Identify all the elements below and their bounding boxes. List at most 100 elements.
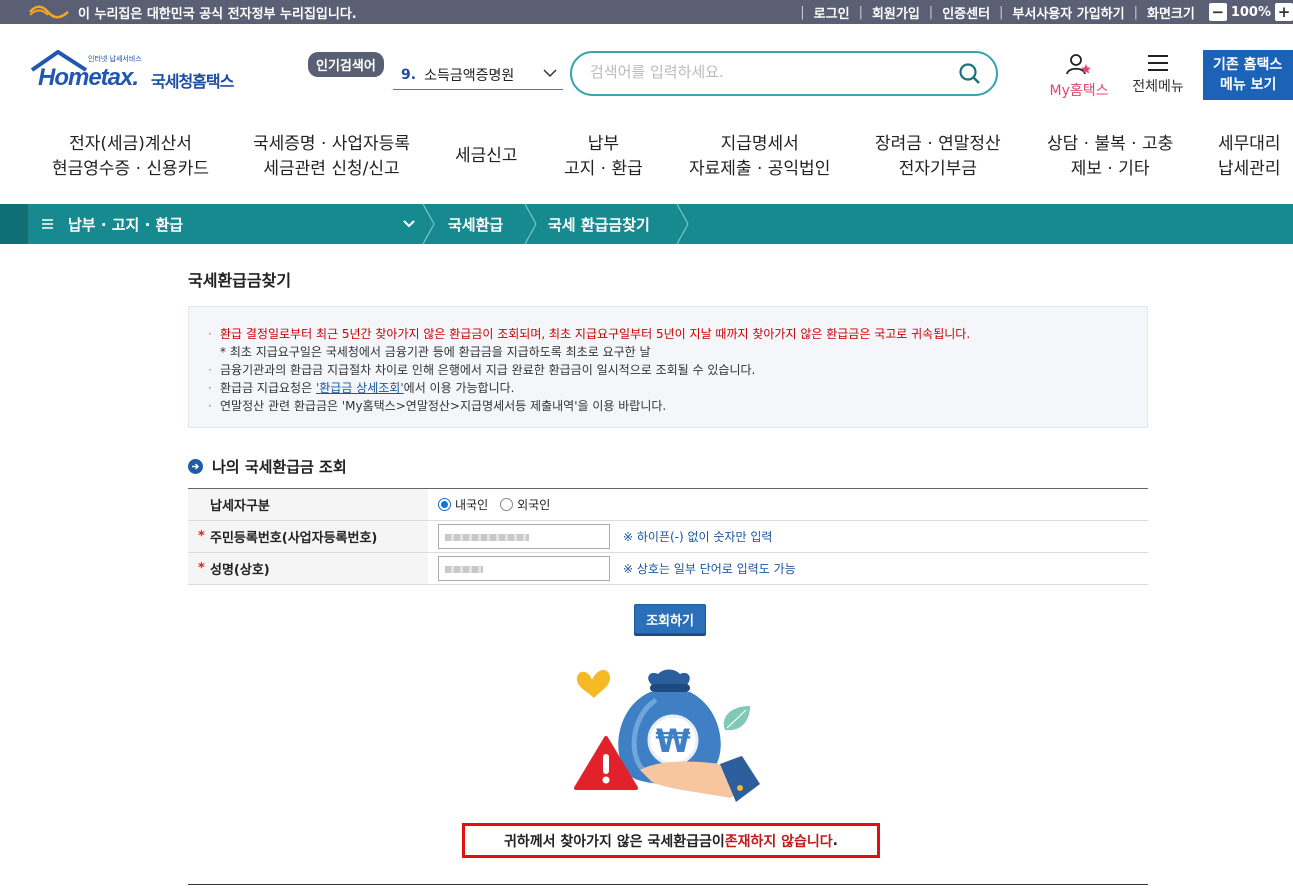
gnb-item-certificate[interactable]: 국세증명 · 사업자등록 세금관련 신청/신고: [253, 132, 410, 182]
masked-value: [445, 566, 483, 573]
money-bag-warning-illustration: ₩: [574, 669, 760, 802]
resident-number-input[interactable]: [438, 524, 610, 549]
svg-text:₩: ₩: [655, 722, 690, 760]
zoom-out-button[interactable]: −: [1208, 3, 1227, 21]
gnb-label: 지급명세서: [720, 134, 799, 154]
notice-item: 연말정산 관련 환급금은 'My홈택스>연말정산>지급명세서등 제출내역'을 이…: [208, 397, 1147, 415]
form-row-name: * 성명(상호) ※ 상호는 일부 단어로 입력도 가능: [188, 553, 1148, 585]
gnb-item-payment-statement[interactable]: 지급명세서자료제출 · 공익법인: [689, 132, 830, 182]
refund-detail-link[interactable]: '환급금 상세조회': [316, 381, 404, 395]
refund-search-form: 납세자구분 내국인 외국인 * 주민등록번호(사업자등록번호) ※ 하이픈(-) …: [188, 488, 1148, 585]
gnb-label: 현금영수증 · 신용카드: [52, 159, 209, 179]
zoom-level: 100%: [1230, 4, 1271, 20]
gnb-label: 세금관련 신청/신고: [263, 159, 400, 179]
gnb-label: 장려금 · 연말정산: [875, 134, 1001, 154]
gnb-label: 고지 · 환급: [564, 159, 643, 179]
section-title: 나의 국세환급금 조회: [188, 456, 347, 477]
gnb-item-tax-return[interactable]: 세금신고: [455, 144, 518, 169]
notice-text: 에서 이용 가능합니다.: [403, 381, 515, 395]
dept-user-signup-link[interactable]: 부서사용자 가입하기: [1012, 3, 1124, 22]
old-menu-line2: 메뉴 보기: [1220, 77, 1277, 93]
radio-circle: [500, 498, 514, 511]
gov-links: | 로그인 | 회원가입 | 인증센터 | 부서사용자 가입하기 | 화면크기 …: [791, 0, 1293, 24]
notice-text: 환급금 지급요청은: [220, 381, 316, 395]
search-button[interactable]: 조회하기: [634, 604, 706, 634]
search-icon[interactable]: [958, 62, 982, 86]
government-logo-icon: [29, 5, 69, 19]
notice-item: 환급 결정일로부터 최근 5년간 찾아가지 않은 환급금이 조회되며, 최초 지…: [208, 325, 1147, 343]
popular-rank: 9.: [401, 66, 417, 83]
gnb-label: 상담 · 불복 · 고충: [1047, 134, 1174, 154]
gov-banner-text: 이 누리집은 대한민국 공식 전자정부 누리집입니다.: [78, 6, 357, 22]
breadcrumb-menu-label: 납부 · 고지 · 환급: [68, 215, 184, 234]
signup-link[interactable]: 회원가입: [872, 3, 920, 22]
form-field: ※ 상호는 일부 단어로 입력도 가능: [428, 553, 1148, 584]
all-menu-button[interactable]: 전체메뉴: [1126, 54, 1190, 96]
breadcrumb-separator-icon: [676, 204, 689, 244]
hamburger-menu-icon: [1148, 55, 1168, 71]
gnb-label: 세금신고: [455, 146, 518, 166]
gnb-label: 납세관리: [1218, 159, 1281, 179]
breadcrumb-menu[interactable]: 납부 · 고지 · 환급: [42, 204, 183, 244]
notice-text: 연말정산 관련 환급금은 'My홈택스>연말정산>지급명세서등 제출내역'을 이…: [220, 399, 667, 413]
logo-korean: 국세청홈택스: [151, 72, 234, 91]
breadcrumb-level3-label: 국세 환급금찾기: [548, 215, 650, 234]
section-title-text: 나의 국세환급금 조회: [212, 458, 347, 476]
result-text: .: [832, 832, 838, 849]
masked-value: [445, 534, 529, 541]
popular-search-term[interactable]: 9. 소득금액증명원: [393, 60, 563, 90]
arrow-circle-icon: [188, 459, 203, 474]
gnb-item-e-invoice[interactable]: 전자(세금)계산서현금영수증 · 신용카드: [52, 132, 209, 182]
result-text: 귀하께서 찾아가지 않은 국세환급금이: [504, 833, 725, 850]
result-highlight: 존재하지 않습니다: [724, 833, 833, 850]
notice-box: 환급 결정일로부터 최근 5년간 찾아가지 않은 환급금이 조회되며, 최초 지…: [188, 306, 1148, 428]
name-input[interactable]: [438, 556, 610, 581]
certificate-center-link[interactable]: 인증센터: [942, 3, 990, 22]
header: 인터넷 납세서비스 Hometax. 국세청홈택스 인기검색어 9. 소득금액증…: [0, 24, 1293, 114]
popular-search-badge: 인기검색어: [308, 52, 384, 77]
breadcrumb-level3[interactable]: 국세 환급금찾기: [548, 204, 650, 244]
gnb-item-year-end[interactable]: 장려금 · 연말정산 전자기부금: [875, 132, 1001, 182]
resident-number-hint: ※ 하이픈(-) 없이 숫자만 입력: [623, 530, 773, 544]
name-label: 성명(상호): [210, 563, 270, 578]
my-hometax-button[interactable]: My홈택스: [1044, 52, 1114, 100]
screen-size-label: 화면크기: [1146, 6, 1195, 22]
gnb-label: 자료제출 · 공익법인: [689, 159, 831, 179]
taxpayer-type-label: 납세자구분: [210, 499, 270, 514]
search-input[interactable]: [590, 63, 950, 81]
radio-label: 외국인: [517, 498, 551, 512]
form-label: * 주민등록번호(사업자등록번호): [188, 521, 428, 552]
radio-circle: [438, 498, 451, 511]
form-field: 내국인 외국인: [428, 489, 1148, 520]
chevron-down-icon[interactable]: [402, 219, 416, 229]
resident-number-label: 주민등록번호(사업자등록번호): [210, 531, 378, 546]
logo-subtitle: 인터넷 납세서비스: [88, 55, 142, 63]
zoom-in-button[interactable]: +: [1275, 3, 1293, 21]
hometax-logo[interactable]: 인터넷 납세서비스 Hometax. 국세청홈택스: [30, 50, 245, 100]
gnb-item-consult[interactable]: 상담 · 불복 · 고충제보 · 기타: [1047, 132, 1173, 182]
gnb-item-agent[interactable]: 세무대리납세관리: [1218, 132, 1281, 182]
form-row-taxpayer-type: 납세자구분 내국인 외국인: [188, 489, 1148, 521]
gnb-label: 전자(세금)계산서: [69, 134, 192, 154]
gnb-label: 납부: [587, 134, 620, 154]
gov-banner: 이 누리집은 대한민국 공식 전자정부 누리집입니다. | 로그인 | 회원가입…: [0, 0, 1293, 24]
all-menu-label: 전체메뉴: [1132, 79, 1184, 95]
notice-text: 환급 결정일로부터 최근 5년간 찾아가지 않은 환급금이 조회되며, 최초 지…: [220, 327, 971, 341]
login-link[interactable]: 로그인: [814, 3, 850, 22]
breadcrumb-separator-icon: [422, 204, 435, 244]
popular-term-text: 소득금액증명원: [424, 67, 515, 84]
gnb-label: 제보 · 기타: [1070, 159, 1150, 179]
notice-text: 금융기관과의 환급금 지급절차 차이로 인해 은행에서 지급 완료한 환급금이 …: [220, 363, 756, 377]
radio-foreign[interactable]: 외국인: [500, 496, 550, 513]
breadcrumb-level2[interactable]: 국세환급: [448, 204, 503, 244]
old-menu-button[interactable]: 기존 홈택스 메뉴 보기: [1203, 50, 1293, 100]
required-mark: *: [198, 529, 205, 544]
form-label: * 성명(상호): [188, 553, 428, 584]
search-box: [570, 51, 998, 96]
radio-label: 내국인: [455, 498, 489, 512]
radio-domestic[interactable]: 내국인: [438, 496, 488, 513]
breadcrumb-strip: [0, 204, 28, 244]
gnb-label: 세무대리: [1218, 134, 1281, 154]
notice-item: 금융기관과의 환급금 지급절차 차이로 인해 은행에서 지급 완료한 환급금이 …: [208, 361, 1147, 379]
gnb-item-payment[interactable]: 납부고지 · 환급: [564, 132, 643, 182]
